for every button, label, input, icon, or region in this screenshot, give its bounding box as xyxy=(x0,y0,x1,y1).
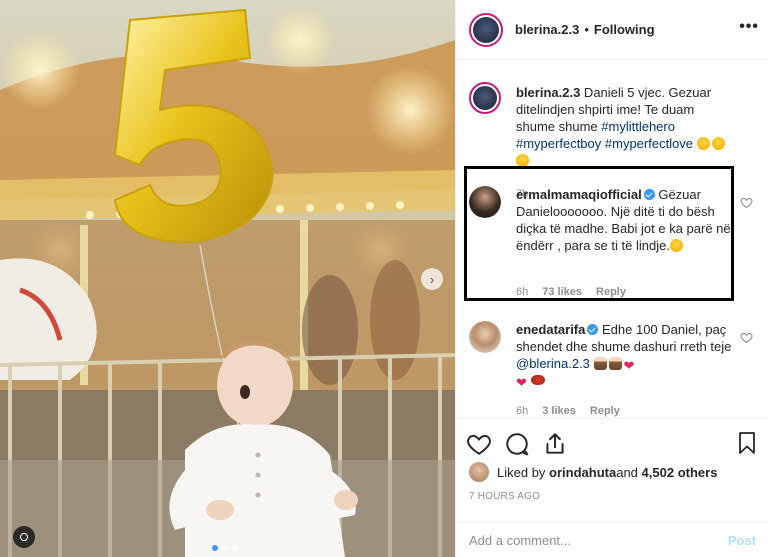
emoji-red-heart-icon xyxy=(624,357,637,370)
commenter-avatar[interactable] xyxy=(469,321,501,353)
emoji-kiss-face-icon xyxy=(669,239,683,252)
share-icon[interactable] xyxy=(542,431,568,457)
comments-list[interactable]: blerina.2.3 Danieli 5 vjec. Gezuar ditel… xyxy=(456,60,768,418)
author-avatar[interactable] xyxy=(469,12,503,47)
comment-likes[interactable]: 3 likes xyxy=(542,405,576,417)
more-options-icon[interactable]: ••• xyxy=(739,18,759,36)
comment-input[interactable] xyxy=(469,532,728,548)
emoji-red-heart-icon xyxy=(516,374,529,387)
likes-prefix: Liked by xyxy=(497,464,546,480)
likes-others[interactable]: 4,502 others xyxy=(642,465,718,480)
caption-text: blerina.2.3 Danieli 5 vjec. Gezuar ditel… xyxy=(516,84,736,169)
hashtag-link[interactable]: #mylittlehero xyxy=(601,119,675,134)
verified-badge-icon xyxy=(643,189,655,200)
emoji-kiss-face-icon xyxy=(516,154,529,167)
author-username[interactable]: blerina.2.3 xyxy=(515,22,579,37)
comment-username[interactable]: ermalmamaqiofficial xyxy=(516,187,642,202)
post-header: blerina.2.3 • Following ••• xyxy=(456,0,768,60)
chevron-right-icon: › xyxy=(429,271,435,287)
comment-username[interactable]: enedatarifa xyxy=(516,322,585,337)
carousel-dot xyxy=(212,545,218,551)
comment-bubble-icon[interactable] xyxy=(504,431,530,457)
comment-composer: Post xyxy=(456,522,768,557)
separator-dot: • xyxy=(584,22,589,37)
emoji-cake-icon xyxy=(593,357,607,370)
action-icons xyxy=(466,431,568,457)
reply-button[interactable]: Reply xyxy=(596,286,626,298)
carousel-dot xyxy=(232,545,238,551)
bookmark-icon[interactable] xyxy=(735,431,759,455)
post-actions: Liked by orindahuta and 4,502 others 7 H… xyxy=(456,418,768,526)
comment-meta: 6h 3 likes Reply xyxy=(516,405,620,417)
post-photo[interactable]: › xyxy=(0,0,455,557)
like-comment-heart-icon[interactable] xyxy=(740,196,753,209)
follow-status-button[interactable]: Following xyxy=(594,22,655,37)
caption-username[interactable]: blerina.2.3 xyxy=(516,85,580,100)
post-comment-button[interactable]: Post xyxy=(728,533,756,548)
like-comment-heart-icon[interactable] xyxy=(740,331,753,344)
hashtag-link[interactable]: #myperfectboy xyxy=(516,136,601,151)
emoji-lips-icon xyxy=(531,375,545,385)
post-timestamp[interactable]: 7 HOURS AGO xyxy=(469,491,540,502)
verified-badge-icon xyxy=(587,324,599,335)
comment-text: enedatarifa Edhe 100 Daniel, paç shendet… xyxy=(516,321,736,389)
tagged-users-icon[interactable] xyxy=(13,526,35,548)
caption-avatar[interactable] xyxy=(469,82,501,114)
mention-link[interactable]: @blerina.2.3 xyxy=(516,356,590,371)
likes-joiner: and xyxy=(616,464,638,480)
reply-button[interactable]: Reply xyxy=(590,405,620,417)
emoji-smiling-face-icon xyxy=(696,137,710,150)
photo-illustration xyxy=(0,0,455,557)
carousel-next-button[interactable]: › xyxy=(421,268,443,290)
liker-username[interactable]: orindahuta xyxy=(549,465,616,480)
likes-summary: Liked by orindahuta and 4,502 others xyxy=(469,462,717,482)
carousel-dot xyxy=(222,545,228,551)
emoji-smiling-face-icon xyxy=(711,137,725,150)
commenter-avatar[interactable] xyxy=(469,186,501,218)
hashtag-link[interactable]: #myperfectlove xyxy=(605,136,693,151)
comment-age[interactable]: 6h xyxy=(516,405,528,417)
comment-text: ermalmamaqiofficial Gëzuar Danielooooooo… xyxy=(516,186,736,254)
emoji-cake-icon xyxy=(608,357,622,370)
comment-age[interactable]: 6h xyxy=(516,286,528,298)
post-side-panel: blerina.2.3 • Following ••• blerina.2.3 … xyxy=(455,0,768,557)
carousel-indicator xyxy=(212,545,238,551)
comment-likes[interactable]: 73 likes xyxy=(542,286,582,298)
comment-meta: 6h 73 likes Reply xyxy=(516,286,626,298)
liker-avatar[interactable] xyxy=(469,462,489,482)
like-heart-icon[interactable] xyxy=(466,431,492,457)
